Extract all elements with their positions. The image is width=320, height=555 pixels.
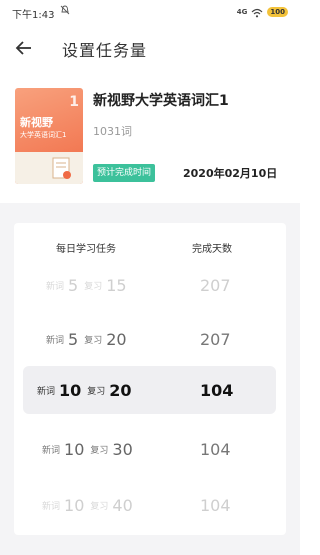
word-count: 1031词 bbox=[93, 125, 132, 138]
arrow-left-icon bbox=[15, 41, 31, 55]
battery-indicator: 100 bbox=[267, 7, 288, 17]
daily-task-column-header: 每日学习任务 bbox=[56, 244, 116, 255]
bell-off-icon bbox=[60, 5, 70, 18]
picker-option[interactable]: 新词 5 复习 15 207 bbox=[14, 261, 286, 309]
status-bar: 下午1:43 4G 100 bbox=[0, 0, 300, 26]
picker-option[interactable]: 新词 10 复习 40 104 bbox=[14, 481, 286, 529]
wifi-icon bbox=[251, 3, 263, 22]
days-column-header: 完成天数 bbox=[192, 244, 232, 255]
back-button[interactable] bbox=[14, 38, 34, 58]
signal-indicator: 4G bbox=[236, 8, 248, 16]
finish-date: 2020年02月10日 bbox=[183, 167, 278, 180]
task-picker-card[interactable]: 每日学习任务 完成天数 新词 5 复习 15 207 新词 5 复习 20 20… bbox=[14, 223, 286, 535]
cover-illustration bbox=[15, 152, 83, 184]
cover-title: 新视野 bbox=[20, 116, 53, 129]
task-picker-area: 每日学习任务 完成天数 新词 5 复习 15 207 新词 5 复习 20 20… bbox=[0, 203, 300, 555]
status-time: 下午1:43 bbox=[12, 10, 55, 21]
finish-time-badge: 预计完成时间 bbox=[93, 164, 156, 182]
picker-option-selected[interactable]: 新词 10 复习 20 104 bbox=[23, 366, 276, 414]
header: 设置任务量 bbox=[0, 26, 300, 70]
book-name: 新视野大学英语词汇1 bbox=[93, 93, 229, 109]
book-info: 1 新视野 大学英语词汇1 新视野大学英语词汇1 1031词 预计完成时间 20… bbox=[15, 88, 285, 184]
picker-option[interactable]: 新词 10 复习 30 104 bbox=[14, 425, 286, 473]
cover-subtitle: 大学英语词汇1 bbox=[20, 131, 67, 139]
page-title: 设置任务量 bbox=[62, 41, 148, 60]
book-cover: 1 新视野 大学英语词汇1 bbox=[15, 88, 83, 184]
cover-number: 1 bbox=[69, 94, 79, 110]
picker-option[interactable]: 新词 5 复习 20 207 bbox=[14, 315, 286, 363]
